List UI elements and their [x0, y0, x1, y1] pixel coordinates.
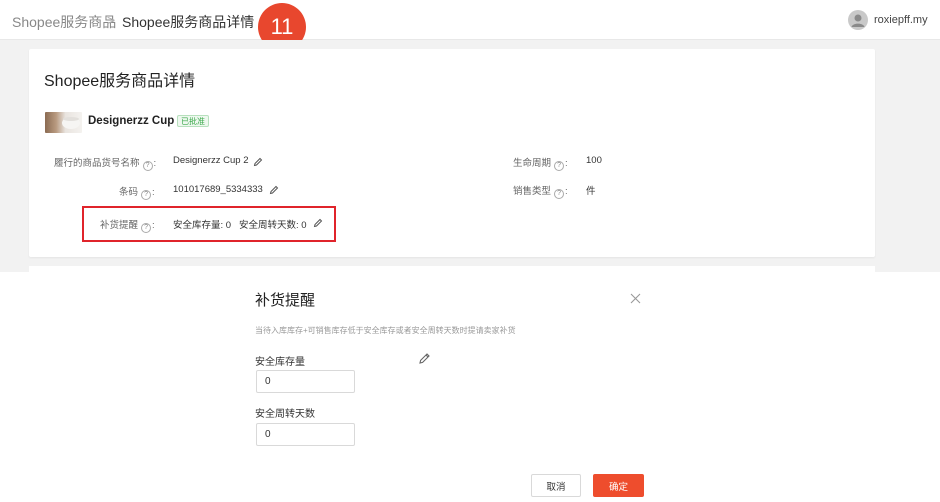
next-card-edge	[29, 266, 875, 272]
help-icon[interactable]: ?	[141, 190, 152, 200]
safety-stock-label: 安全库存量	[255, 357, 305, 368]
user-avatar-icon[interactable]	[848, 10, 868, 30]
breadcrumb-current: Shopee服务商品详情	[122, 14, 255, 30]
sales-type-value: 件	[586, 186, 596, 197]
barcode-label: 条码?:	[119, 187, 155, 200]
status-badge: 已批准	[177, 115, 209, 127]
product-name: Designerzz Cup 2	[88, 115, 184, 127]
safety-stock-input[interactable]	[256, 370, 355, 393]
confirm-button[interactable]: 确定	[593, 474, 644, 497]
help-icon[interactable]: ?	[142, 161, 153, 171]
username[interactable]: roxiepff.my	[874, 14, 928, 26]
lifecycle-value: 100	[586, 155, 602, 166]
edit-sku-pencil-icon[interactable]	[253, 154, 263, 167]
turnover-days-label: 安全周转天数	[255, 409, 315, 420]
page-title: Shopee服务商品详情	[44, 73, 196, 90]
breadcrumb-root-link[interactable]: Shopee服务商品	[12, 12, 116, 32]
turnover-days-input[interactable]	[256, 423, 355, 446]
modal-description: 当待入库库存+可销售库存低于安全库存或者安全周转天数时提请卖家补货	[255, 326, 516, 335]
highlight-annotation-box	[82, 206, 336, 242]
edit-barcode-pencil-icon[interactable]	[269, 182, 279, 195]
help-icon[interactable]: ?	[554, 189, 565, 199]
sku-label: 履行的商品货号名称?:	[54, 158, 157, 171]
product-thumbnail	[45, 112, 82, 133]
sales-type-label: 销售类型?:	[513, 186, 568, 199]
help-icon[interactable]: ?	[554, 161, 565, 171]
lifecycle-label: 生命周期?:	[513, 158, 568, 171]
breadcrumb-separator: >	[107, 12, 116, 28]
pencil-icon	[418, 352, 431, 365]
sku-value: Designerzz Cup 2	[173, 155, 249, 166]
close-icon[interactable]	[630, 291, 641, 304]
cancel-button[interactable]: 取消	[531, 474, 581, 497]
modal-title: 补货提醒	[255, 292, 316, 309]
barcode-value: 101017689_5334333	[173, 184, 263, 195]
